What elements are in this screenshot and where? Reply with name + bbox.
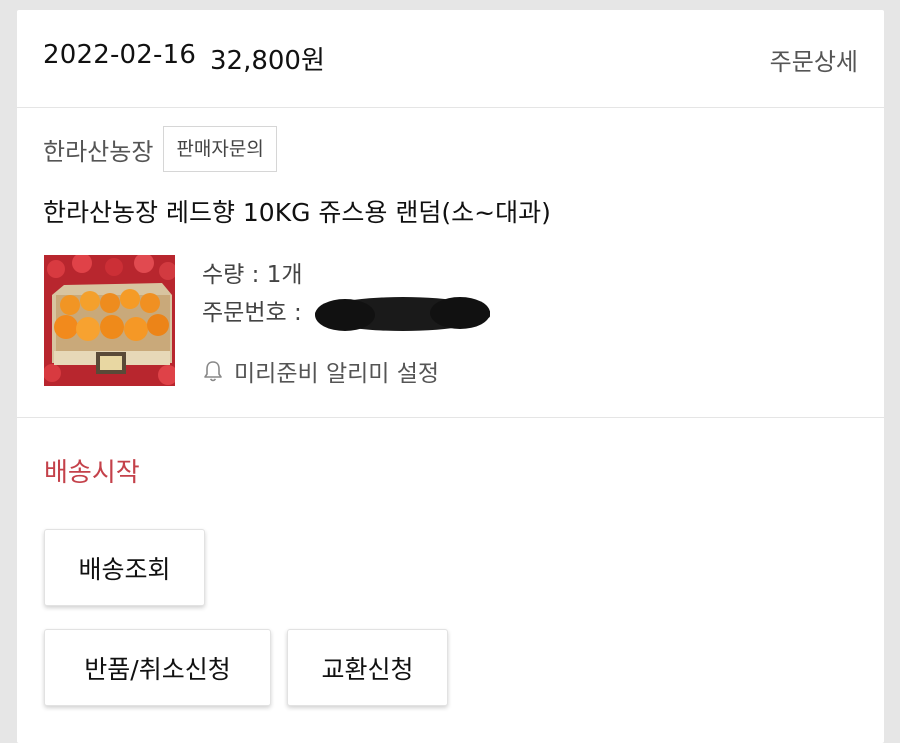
order-number-label: 주문번호 :	[202, 300, 302, 326]
order-price: 32,800원	[210, 46, 325, 76]
alarm-label: 미리준비 알리미 설정	[234, 361, 440, 387]
order-date: 2022-02-16	[43, 40, 197, 70]
quantity-text: 수량 : 1개	[202, 262, 303, 288]
product-thumbnail[interactable]	[44, 255, 175, 386]
bell-icon	[204, 361, 222, 382]
redacted-order-number	[315, 296, 491, 331]
order-number-row: 주문번호 :	[202, 294, 491, 332]
return-cancel-button[interactable]: 반품/취소신청	[44, 629, 271, 706]
orange-box-image	[44, 255, 175, 386]
order-card: 2022-02-16 32,800원 주문상세 한라산농장 판매자문의 한라산농…	[17, 10, 884, 743]
seller-inquiry-button[interactable]: 판매자문의	[163, 126, 277, 172]
track-delivery-button[interactable]: 배송조회	[44, 529, 205, 606]
delivery-status: 배송시작	[44, 458, 140, 488]
section-divider	[17, 417, 884, 418]
product-info: 수량 : 1개 주문번호 :	[202, 256, 491, 332]
product-name[interactable]: 한라산농장 레드향 10KG 쥬스용 랜덤(소~대과)	[43, 193, 551, 229]
seller-name[interactable]: 한라산농장	[43, 132, 153, 167]
order-detail-link[interactable]: 주문상세	[770, 42, 858, 77]
seller-row: 한라산농장 판매자문의	[43, 126, 277, 172]
exchange-button[interactable]: 교환신청	[287, 629, 448, 706]
preparation-alarm-setting[interactable]: 미리준비 알리미 설정	[202, 354, 439, 388]
order-header: 2022-02-16 32,800원 주문상세	[17, 10, 884, 108]
